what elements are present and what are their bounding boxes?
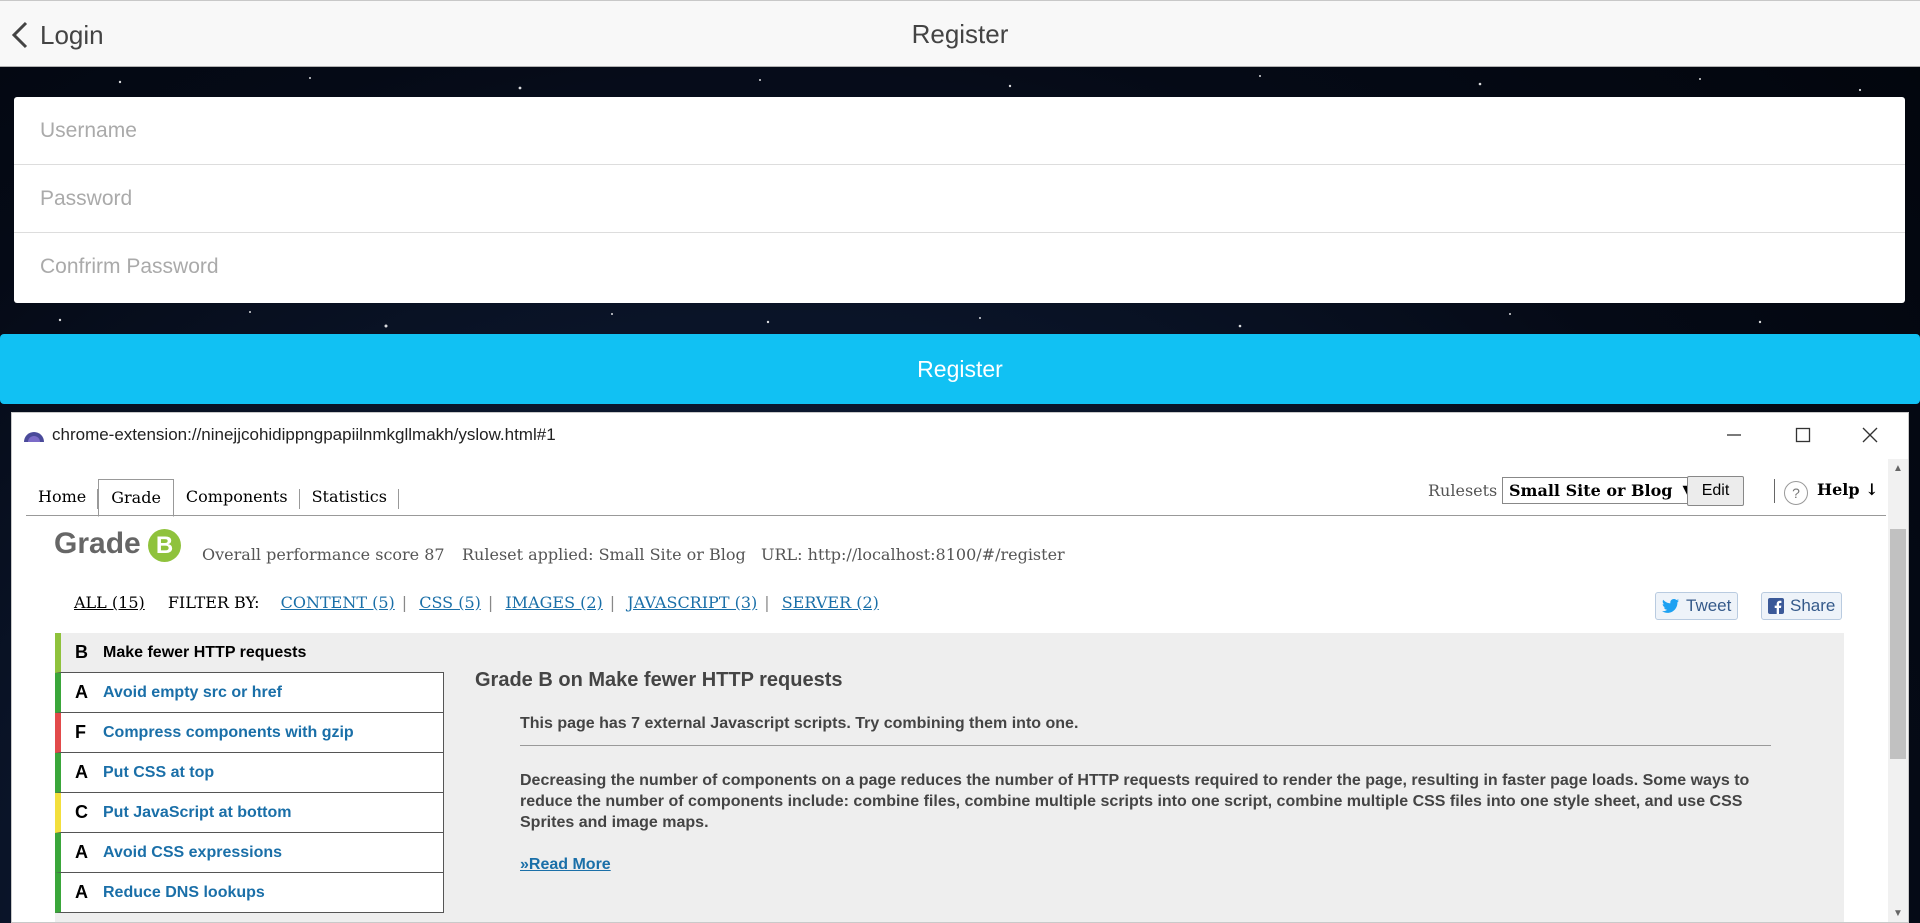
page-title: Register [911, 19, 1009, 49]
filter-css[interactable]: CSS (5) [419, 593, 481, 612]
tab-home[interactable]: Home [26, 479, 99, 513]
yslow-tabs: Home Grade Components Statistics [26, 479, 400, 517]
overall-score: Overall performance score 87 [202, 545, 445, 564]
rule-list: B Make fewer HTTP requests A Avoid empty sr… [55, 633, 444, 913]
detail-body: Decreasing the number of components on a… [520, 772, 1750, 831]
rule-label: Put JavaScript at bottom [103, 803, 292, 821]
ruleset-selected-value: Small Site or Blog [1509, 481, 1673, 500]
rule-item[interactable]: B Make fewer HTTP requests [55, 633, 444, 673]
filter-javascript[interactable]: JAVASCRIPT (3) [627, 593, 757, 612]
filter-bar: ALL (15) FILTER BY: CONTENT (5) | CSS (5)… [74, 593, 879, 612]
confirm-password-row [14, 233, 1905, 301]
rule-label: Compress components with gzip [103, 723, 354, 741]
register-button[interactable]: Register [0, 334, 1920, 404]
maximize-button[interactable] [1788, 421, 1818, 449]
toolbar-divider [1774, 479, 1775, 503]
rule-label: Make fewer HTTP requests [103, 643, 307, 661]
filter-separator: | [764, 593, 770, 612]
grade-badge: B [148, 529, 181, 562]
rule-label: Avoid empty src or href [103, 683, 283, 701]
filter-by-label: FILTER BY: [167, 593, 260, 612]
rule-item[interactable]: A Put CSS at top [55, 753, 444, 793]
yslow-logo-icon [24, 432, 44, 442]
rulesets-label: Rulesets [1428, 481, 1498, 500]
filter-separator: | [401, 593, 408, 612]
username-field[interactable] [14, 97, 1905, 164]
rule-grade: F [75, 722, 86, 742]
share-button[interactable]: Share [1761, 592, 1843, 620]
filter-separator: | [487, 593, 494, 612]
rule-item[interactable]: F Compress components with gzip [55, 713, 444, 753]
filter-all[interactable]: ALL (15) [74, 593, 145, 612]
minimize-button[interactable] [1719, 421, 1749, 449]
page-url: URL: http://localhost:8100/#/register [761, 545, 1065, 564]
password-row [14, 165, 1905, 233]
close-icon [1862, 427, 1878, 443]
filter-server[interactable]: SERVER (2) [782, 593, 879, 612]
scroll-down-icon[interactable]: ▼ [1892, 908, 1904, 920]
twitter-bird-icon [1662, 599, 1679, 613]
tab-components[interactable]: Components [174, 479, 300, 513]
minimize-icon [1727, 434, 1741, 436]
scrollbar[interactable]: ▲ ▼ [1888, 459, 1908, 922]
read-more-link[interactable]: »Read More [520, 856, 611, 874]
ruleset-applied: Ruleset applied: Small Site or Blog [462, 545, 746, 564]
rule-label: Avoid CSS expressions [103, 843, 283, 861]
filter-separator: | [609, 593, 616, 612]
facebook-icon [1768, 598, 1784, 614]
register-form [14, 97, 1905, 303]
scroll-up-icon[interactable]: ▲ [1892, 463, 1904, 475]
filter-content[interactable]: CONTENT (5) [281, 593, 395, 612]
rule-grade: A [75, 882, 88, 902]
rule-item[interactable]: C Put JavaScript at bottom [55, 793, 444, 833]
app-header: Login Register [0, 0, 1920, 67]
rule-label: Reduce DNS lookups [103, 883, 265, 901]
detail-title: Grade B on Make fewer HTTP requests [475, 669, 843, 691]
window-url: chrome-extension://ninejjcohidippngpapii… [52, 425, 556, 444]
rule-grade: A [75, 762, 88, 782]
scrollbar-thumb[interactable] [1890, 529, 1906, 759]
help-link[interactable]: Help ↓ [1817, 480, 1879, 499]
rule-item[interactable]: A Avoid CSS expressions [55, 833, 444, 873]
grade-heading: Grade [54, 527, 141, 560]
tab-grade[interactable]: Grade [98, 479, 174, 517]
username-row [14, 97, 1905, 165]
filter-images[interactable]: IMAGES (2) [505, 593, 602, 612]
rule-item[interactable]: A Reduce DNS lookups [55, 873, 444, 913]
rule-item[interactable]: A Avoid empty src or href [55, 673, 444, 713]
maximize-icon [1795, 427, 1811, 443]
confirm-password-field[interactable] [14, 233, 1905, 301]
share-label: Share [1790, 596, 1836, 615]
close-button[interactable] [1855, 421, 1885, 449]
tab-underline [26, 515, 1886, 516]
rule-grade: C [75, 802, 88, 822]
tab-statistics[interactable]: Statistics [300, 479, 400, 513]
rule-grade: B [75, 642, 88, 662]
tweet-label: Tweet [1686, 596, 1732, 615]
rule-grade: A [75, 842, 88, 862]
help-question-icon[interactable]: ? [1784, 481, 1808, 505]
tweet-button[interactable]: Tweet [1655, 592, 1739, 620]
rule-grade: A [75, 682, 88, 702]
yslow-popup-window: chrome-extension://ninejjcohidippngpapii… [11, 412, 1909, 923]
ruleset-select[interactable]: Small Site or Blog ▼ [1502, 477, 1702, 504]
rule-label: Put CSS at top [103, 763, 215, 781]
detail-summary: This page has 7 external Javascript scri… [520, 715, 1771, 746]
grade-panel: B Make fewer HTTP requests A Avoid empty sr… [55, 633, 1844, 922]
window-titlebar: chrome-extension://ninejjcohidippngpapii… [12, 413, 1908, 459]
edit-ruleset-button[interactable]: Edit [1687, 476, 1744, 506]
password-field[interactable] [14, 165, 1905, 232]
